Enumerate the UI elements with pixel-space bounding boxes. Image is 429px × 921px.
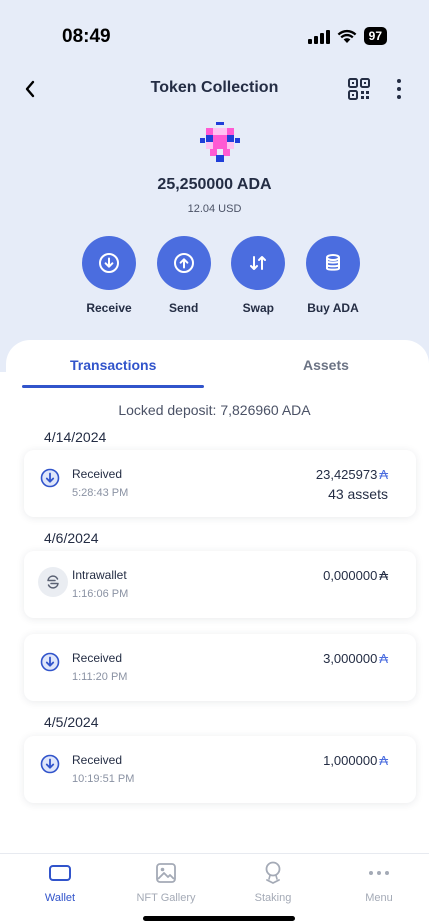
transaction-amount: 1,000000 ₳ (323, 753, 388, 768)
received-icon (40, 468, 60, 488)
fiat-value: 12.04 USD (187, 203, 242, 215)
nav-label: Wallet (44, 892, 76, 904)
tab-transactions[interactable]: Transactions (70, 357, 156, 373)
nav-label: Menu (365, 892, 393, 904)
swap-label: Swap (242, 301, 274, 315)
buy-ada-button-circle[interactable] (305, 236, 360, 290)
home-indicator (143, 916, 295, 921)
staking-icon (260, 860, 286, 886)
send-button-circle[interactable] (156, 236, 211, 290)
image-icon (153, 860, 179, 886)
send-label: Send (168, 301, 199, 315)
buy-ada-label: Buy ADA (307, 301, 359, 315)
wallet-icon (47, 860, 73, 886)
swap-button-circle[interactable] (231, 236, 286, 290)
transaction-time: 5:28:43 PM (72, 487, 129, 499)
dot (397, 79, 401, 83)
ada-currency-icon: ₳ (379, 651, 388, 666)
transaction-item[interactable]: Received 5:28:43 PM 23,425973 ₳ 43 assets (24, 450, 416, 517)
intrawallet-icon (38, 567, 68, 597)
transaction-type: Received (72, 467, 123, 481)
receive-button-circle[interactable] (82, 236, 136, 290)
nav-menu[interactable]: Menu (334, 860, 424, 904)
transaction-amount: 0,000000 ₳ (323, 568, 388, 583)
transaction-item[interactable]: Received 1:11:20 PM 3,000000 ₳ (24, 634, 416, 701)
transaction-type: Received (72, 753, 123, 767)
ada-currency-icon: ₳ (379, 568, 388, 583)
arrow-up-circle-icon (173, 253, 194, 273)
amount-value: 0,000000 (323, 568, 378, 583)
status-bar: 08:49 97 (0, 0, 429, 70)
nav-wallet[interactable]: Wallet (15, 860, 105, 904)
arrow-down-circle-icon (99, 253, 119, 273)
status-time: 08:49 (62, 26, 111, 47)
transaction-type: Received (72, 651, 123, 665)
nav-label: NFT Gallery (136, 892, 196, 904)
dot (397, 95, 401, 99)
receive-button[interactable]: Receive (80, 236, 138, 320)
token-identicon-icon (200, 122, 240, 162)
amount-value: 23,425973 (315, 467, 378, 482)
date-header: 4/5/2024 (44, 714, 99, 730)
received-icon (40, 754, 60, 774)
transaction-time: 1:11:20 PM (72, 671, 128, 683)
transaction-item[interactable]: Intrawallet 1:16:06 PM 0,000000 ₳ (24, 551, 416, 618)
swap-button[interactable]: Swap (229, 236, 287, 320)
nav-nft-gallery[interactable]: NFT Gallery (121, 860, 211, 904)
ada-currency-icon: ₳ (379, 753, 388, 768)
receive-label: Receive (86, 301, 132, 315)
nav-label: Staking (254, 892, 292, 904)
tab-bar: Transactions Assets (22, 352, 412, 388)
more-options-button[interactable] (391, 76, 407, 102)
dot (397, 87, 401, 91)
tab-assets[interactable]: Assets (303, 357, 349, 373)
action-buttons: Receive Send Swap Buy ADA (80, 236, 362, 320)
active-tab-indicator (22, 385, 204, 388)
token-balance: 25,250000 ADA (157, 176, 272, 193)
qr-code-button[interactable] (347, 77, 371, 101)
transaction-assets: 43 assets (328, 486, 388, 502)
bottom-navigation: Wallet NFT Gallery Staking Menu (0, 853, 429, 921)
nav-staking[interactable]: Staking (228, 860, 318, 904)
date-header: 4/14/2024 (44, 429, 107, 445)
transaction-type: Intrawallet (72, 568, 127, 582)
transaction-amount: 23,425973 ₳ (316, 467, 388, 482)
content-sheet (6, 340, 429, 921)
amount-value: 3,000000 (323, 651, 378, 666)
ada-currency-icon: ₳ (379, 467, 388, 482)
send-button[interactable]: Send (155, 236, 213, 320)
wifi-icon (337, 29, 357, 43)
transaction-time: 10:19:51 PM (72, 773, 135, 785)
date-header: 4/6/2024 (44, 530, 99, 546)
database-icon (325, 254, 340, 271)
transaction-item[interactable]: Received 10:19:51 PM 1,000000 ₳ (24, 736, 416, 803)
cellular-signal-icon (307, 29, 330, 44)
refresh-arrows-icon (47, 575, 59, 589)
swap-icon (250, 256, 267, 270)
transaction-amount: 3,000000 ₳ (323, 651, 388, 666)
battery-indicator: 97 (363, 27, 387, 45)
status-icons: 97 (307, 27, 387, 45)
transaction-time: 1:16:06 PM (72, 588, 129, 600)
received-icon (40, 652, 60, 672)
locked-deposit: Locked deposit: 7,826960 ADA (118, 402, 311, 418)
buy-ada-button[interactable]: Buy ADA (304, 236, 362, 320)
navigation-bar: Token Collection (0, 70, 429, 110)
menu-dots-icon (366, 860, 392, 886)
amount-value: 1,000000 (323, 753, 378, 768)
qr-code-icon (348, 78, 370, 100)
